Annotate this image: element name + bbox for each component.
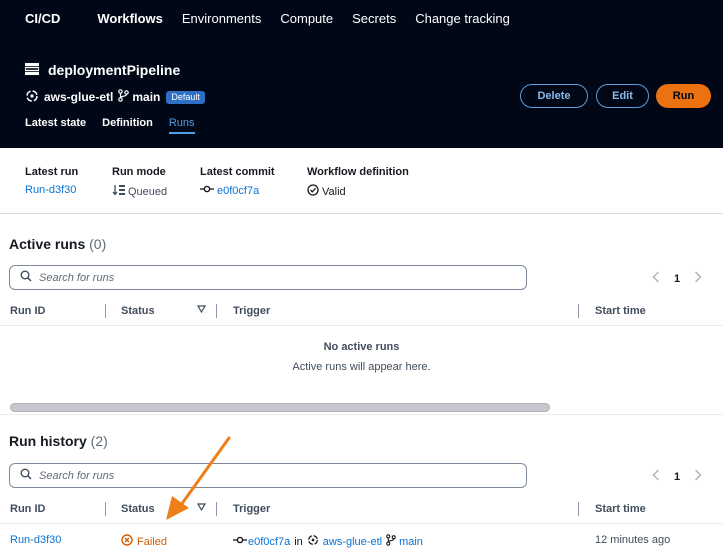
page-header: CI/CD Workflows Environments Compute Sec…: [0, 0, 723, 148]
col-trigger[interactable]: Trigger: [233, 503, 270, 515]
nav-workflows[interactable]: Workflows: [97, 11, 163, 26]
workflow-icon: [24, 62, 40, 78]
empty-description: Active runs will appear here.: [292, 361, 431, 373]
run-summary: Latest run Run-d3f30 Run mode Queued Lat…: [0, 148, 723, 214]
top-navigation: CI/CD Workflows Environments Compute Sec…: [25, 10, 529, 26]
tab-definition[interactable]: Definition: [102, 117, 153, 134]
run-history-search[interactable]: [9, 463, 527, 488]
active-runs-count: (0): [89, 236, 107, 252]
queue-icon: [112, 184, 126, 199]
status-badge: Failed: [121, 534, 167, 549]
nav-change-tracking[interactable]: Change tracking: [415, 11, 510, 26]
column-divider[interactable]: [578, 502, 579, 516]
chevron-right-icon[interactable]: [694, 271, 702, 286]
col-start-time[interactable]: Start time: [595, 503, 646, 515]
trigger-cell: e0f0cf7a in aws-glue-etl main: [233, 534, 423, 549]
nav-secrets[interactable]: Secrets: [352, 11, 396, 26]
workflow-definition-field: Workflow definition Valid: [307, 166, 409, 199]
branch-link[interactable]: main: [399, 536, 423, 548]
column-divider[interactable]: [105, 304, 106, 318]
repository-icon: [25, 89, 39, 106]
run-history-heading: Run history (2): [9, 433, 108, 449]
run-history-table-header: Run ID Status Trigger Start time: [0, 494, 723, 524]
delete-button[interactable]: Delete: [520, 84, 588, 108]
active-runs-empty-state: No active runs Active runs will appear h…: [0, 341, 723, 373]
active-runs-table-header: Run ID Status Trigger Start time: [0, 296, 723, 326]
workflow-definition-label: Workflow definition: [307, 166, 409, 178]
latest-commit-label: Latest commit: [200, 166, 275, 178]
run-mode-value: Queued: [128, 185, 168, 198]
table-row: Run-d3f30 Failed e0f0cf7a in aws-glue-et…: [0, 529, 723, 551]
run-id-link[interactable]: Run-d3f30: [10, 534, 61, 546]
column-divider[interactable]: [216, 304, 217, 318]
run-history-pagination: 1: [652, 469, 702, 484]
active-runs-search[interactable]: [9, 265, 527, 290]
repo-row: aws-glue-etl main Default: [25, 89, 205, 105]
run-history-title: Run history: [9, 433, 87, 449]
nav-environments[interactable]: Environments: [182, 11, 261, 26]
check-circle-icon: [307, 184, 319, 199]
search-icon: [20, 270, 32, 285]
workflow-definition-value: Valid: [322, 185, 346, 198]
run-button[interactable]: Run: [656, 84, 711, 108]
sort-triangle-icon[interactable]: [196, 502, 207, 514]
active-runs-heading: Active runs (0): [9, 236, 106, 252]
column-divider[interactable]: [578, 304, 579, 318]
active-runs-search-input[interactable]: [39, 271, 499, 284]
col-status[interactable]: Status: [121, 305, 155, 317]
col-run-id[interactable]: Run ID: [10, 305, 45, 317]
commit-icon: [233, 535, 247, 548]
search-icon: [20, 468, 32, 483]
run-mode-label: Run mode: [112, 166, 166, 178]
col-run-id[interactable]: Run ID: [10, 503, 45, 515]
run-mode-field: Run mode Queued: [112, 166, 167, 199]
status-text: Failed: [137, 535, 167, 548]
chevron-left-icon[interactable]: [652, 271, 660, 286]
empty-title: No active runs: [323, 341, 400, 353]
repo-name[interactable]: aws-glue-etl: [44, 90, 113, 104]
commit-icon: [200, 184, 214, 197]
edit-button[interactable]: Edit: [596, 84, 649, 108]
latest-commit-link[interactable]: e0f0cf7a: [217, 185, 259, 197]
repository-icon: [307, 534, 319, 549]
active-runs-pagination: 1: [652, 271, 702, 286]
sort-triangle-icon[interactable]: [196, 304, 207, 316]
branch-icon: [386, 534, 396, 549]
default-badge: Default: [166, 90, 205, 104]
column-divider[interactable]: [105, 502, 106, 516]
latest-run-field: Latest run Run-d3f30: [25, 166, 78, 196]
latest-run-link[interactable]: Run-d3f30: [25, 184, 76, 196]
col-status[interactable]: Status: [121, 503, 155, 515]
in-text: in: [294, 535, 303, 548]
run-history-page-number[interactable]: 1: [674, 471, 680, 483]
tab-runs[interactable]: Runs: [168, 117, 195, 134]
repo-link[interactable]: aws-glue-etl: [323, 536, 382, 548]
latest-commit-field: Latest commit e0f0cf7a: [200, 166, 275, 197]
section-divider: [0, 414, 723, 415]
nav-compute[interactable]: Compute: [280, 11, 333, 26]
commit-link[interactable]: e0f0cf7a: [248, 536, 290, 548]
start-time: 12 minutes ago: [595, 534, 671, 546]
chevron-right-icon[interactable]: [694, 469, 702, 484]
workflow-title-row: deploymentPipeline: [24, 61, 181, 79]
run-history-count: (2): [90, 433, 108, 449]
branch-icon: [118, 89, 130, 105]
branch-name[interactable]: main: [132, 90, 160, 104]
workflow-tabs: Latest state Definition Runs: [25, 117, 211, 134]
failed-icon: [121, 534, 133, 549]
column-divider[interactable]: [216, 502, 217, 516]
col-trigger[interactable]: Trigger: [233, 305, 270, 317]
run-history-search-input[interactable]: [39, 469, 499, 482]
horizontal-scrollbar[interactable]: [10, 403, 550, 412]
workflow-name: deploymentPipeline: [48, 62, 181, 78]
chevron-left-icon[interactable]: [652, 469, 660, 484]
latest-run-label: Latest run: [25, 166, 79, 178]
tab-latest-state[interactable]: Latest state: [25, 117, 86, 134]
active-runs-title: Active runs: [9, 236, 86, 252]
active-runs-page-number[interactable]: 1: [674, 273, 680, 285]
brand-label: CI/CD: [25, 10, 61, 26]
col-start-time[interactable]: Start time: [595, 305, 646, 317]
